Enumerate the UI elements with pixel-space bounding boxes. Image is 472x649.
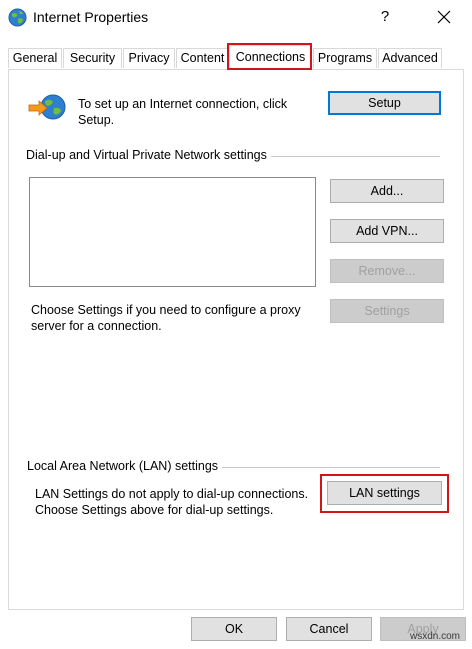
proxy-description: Choose Settings if you need to configure…: [31, 303, 301, 333]
remove-button[interactable]: Remove...: [330, 259, 444, 283]
tab-programs[interactable]: Programs: [313, 48, 377, 68]
close-icon[interactable]: [430, 5, 458, 29]
internet-properties-dialog: Internet Properties ? General Security P…: [0, 0, 472, 649]
window-title: Internet Properties: [33, 9, 149, 25]
tab-general[interactable]: General: [8, 48, 62, 68]
tab-content[interactable]: Content: [176, 48, 229, 68]
watermark-text: wsxdn.com: [410, 631, 461, 642]
setup-description: To set up an Internet connection, click …: [78, 97, 288, 127]
help-button[interactable]: ?: [373, 5, 397, 29]
settings-button[interactable]: Settings: [330, 299, 444, 323]
add-button[interactable]: Add...: [330, 179, 444, 203]
tab-security[interactable]: Security: [63, 48, 122, 68]
dialup-group-label: Dial-up and Virtual Private Network sett…: [26, 148, 271, 162]
globe-icon: [8, 8, 27, 27]
lan-description: LAN Settings do not apply to dial-up con…: [35, 487, 309, 517]
tab-privacy[interactable]: Privacy: [123, 48, 175, 68]
lan-settings-button[interactable]: LAN settings: [327, 481, 442, 505]
title-bar: Internet Properties ?: [0, 0, 472, 34]
add-vpn-button[interactable]: Add VPN...: [330, 219, 444, 243]
tab-connections[interactable]: Connections: [229, 45, 312, 70]
lan-group-label: Local Area Network (LAN) settings: [27, 459, 223, 473]
tab-advanced[interactable]: Advanced: [378, 48, 442, 68]
connections-list[interactable]: [29, 177, 316, 287]
network-setup-icon: [28, 94, 66, 120]
ok-button[interactable]: OK: [191, 617, 277, 641]
setup-button[interactable]: Setup: [328, 91, 441, 115]
cancel-button[interactable]: Cancel: [286, 617, 372, 641]
